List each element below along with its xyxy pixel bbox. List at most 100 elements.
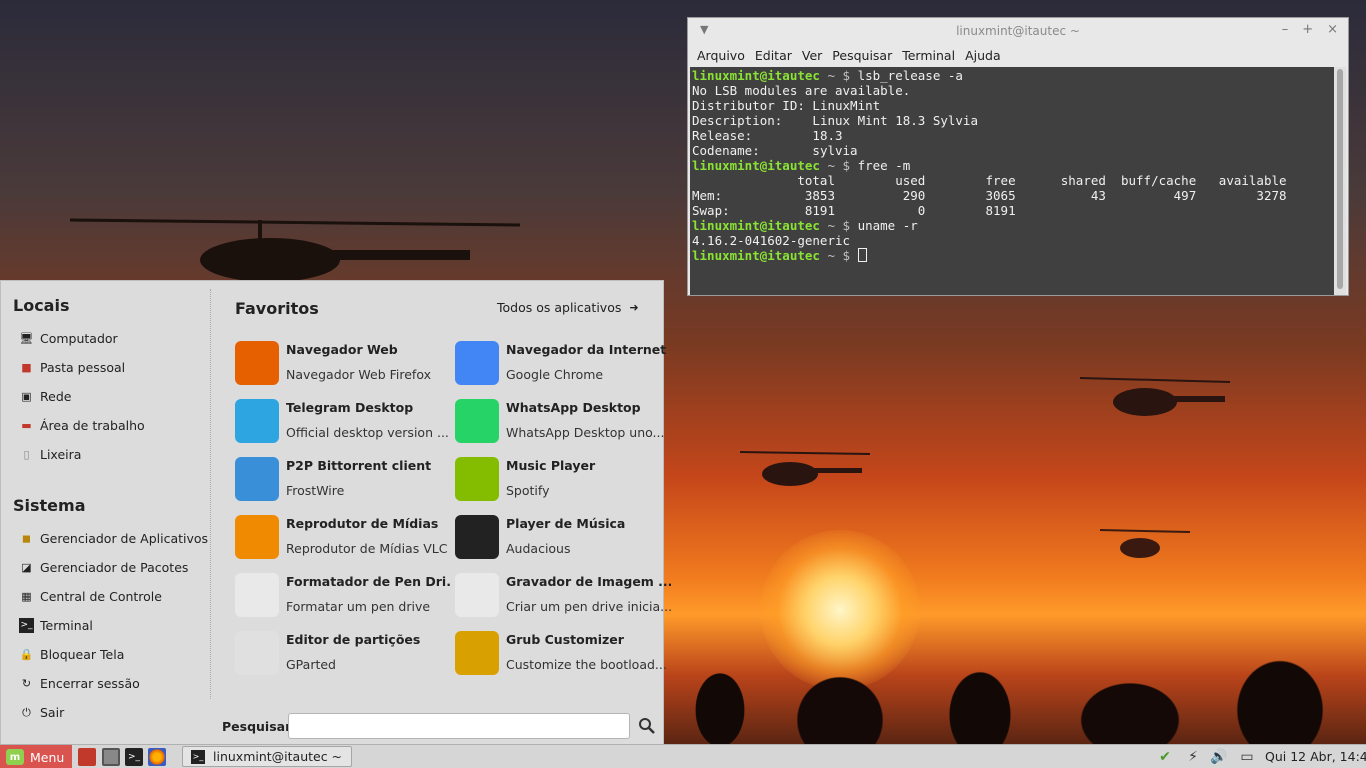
menu-ajuda[interactable]: Ajuda — [960, 48, 1006, 63]
window-menu-icon[interactable]: ▼ — [700, 23, 708, 36]
place-rede[interactable]: ▣ Rede — [19, 386, 71, 406]
start-menu: Locais 🖥 Computador ■ Pasta pessoal ▣ Re… — [0, 280, 672, 744]
menu-left-column: Locais 🖥 Computador ■ Pasta pessoal ▣ Re… — [1, 281, 211, 744]
favorite-app[interactable]: Navegador Web Navegador Web Firefox — [235, 339, 447, 389]
output-text: Codename: sylvia — [692, 143, 858, 158]
menu-button-label: Menu — [30, 749, 65, 765]
output-text: No LSB modules are available. — [692, 83, 911, 98]
home-folder-icon: ■ — [21, 360, 32, 374]
terminal-output[interactable]: linuxmint@itautec ~ $ lsb_release -a No L… — [690, 67, 1334, 295]
system-label: Bloquear Tela — [40, 646, 125, 662]
output-text: total used free shared buff/cache availa… — [692, 173, 1287, 188]
lock-icon: 🔒 — [19, 647, 34, 661]
app-description: Criar um pen drive inicia... — [506, 599, 673, 614]
favorite-app[interactable]: Reprodutor de Mídias Reprodutor de Mídias… — [235, 513, 447, 563]
package-manager-icon: ◪ — [21, 560, 32, 574]
spotify-icon — [455, 457, 499, 501]
app-name: Player de Música — [506, 516, 626, 531]
terminal-window[interactable]: ▼ linuxmint@itautec ~ – + × Arquivo Edit… — [687, 17, 1349, 296]
favorite-app[interactable]: P2P Bittorrent client FrostWire — [235, 455, 447, 505]
app-description: Navegador Web Firefox — [286, 367, 431, 382]
place-label: Rede — [40, 388, 72, 404]
terminal-menubar: Arquivo Editar Ver Pesquisar Terminal Aj… — [688, 44, 1348, 66]
app-description: FrostWire — [286, 483, 345, 498]
all-apps-button[interactable]: Todos os aplicativos ➜ — [497, 300, 639, 315]
favorite-app[interactable]: Music Player Spotify — [455, 455, 667, 505]
search-icon[interactable] — [638, 717, 656, 735]
terminal-line: linuxmint@itautec ~ $ lsb_release -a — [692, 68, 1334, 83]
computer-icon: 🖥 — [19, 331, 34, 345]
trash-icon: ▯ — [23, 447, 30, 461]
menu-ver[interactable]: Ver — [797, 48, 827, 63]
menu-pesquisar[interactable]: Pesquisar — [827, 48, 897, 63]
system-terminal[interactable]: >_ Terminal — [19, 615, 93, 635]
terminal-line: linuxmint@itautec ~ $ free -m — [692, 158, 1334, 173]
place-area-trabalho[interactable]: ▬ Área de trabalho — [19, 415, 145, 435]
app-description: Reprodutor de Mídias VLC — [286, 541, 448, 556]
search-input[interactable] — [288, 713, 630, 739]
mint-logo-icon: m — [6, 749, 24, 765]
menu-terminal[interactable]: Terminal — [897, 48, 960, 63]
network-icon[interactable]: ⚡ — [1183, 748, 1203, 766]
desktop-icon: ▬ — [21, 418, 32, 432]
place-computador[interactable]: 🖥 Computador — [19, 328, 118, 348]
battery-icon[interactable]: ▭ — [1237, 748, 1257, 766]
system-package-manager[interactable]: ◪ Gerenciador de Pacotes — [19, 557, 188, 577]
place-lixeira[interactable]: ▯ Lixeira — [19, 444, 81, 464]
menu-arquivo[interactable]: Arquivo — [692, 48, 750, 63]
app-name: Music Player — [506, 458, 596, 473]
menu-button[interactable]: m Menu — [0, 745, 72, 768]
favoritos-title: Favoritos — [235, 299, 319, 318]
system-logout[interactable]: ↻ Encerrar sessão — [19, 673, 140, 693]
favorite-app[interactable]: Grub Customizer Customize the bootload... — [455, 629, 667, 679]
output-text: Description: Linux Mint 18.3 Sylvia — [692, 113, 978, 128]
app-description: Official desktop version ... — [286, 425, 449, 440]
terminal-line: linuxmint@itautec ~ $ uname -r — [692, 218, 1334, 233]
system-lock-screen[interactable]: 🔒 Bloquear Tela — [19, 644, 125, 664]
app-name: Navegador Web — [286, 342, 398, 357]
app-name: P2P Bittorrent client — [286, 458, 432, 473]
favorite-app[interactable]: Formatador de Pen Dri... Formatar um pen … — [235, 571, 451, 621]
terminal-launcher-icon[interactable]: >_ — [125, 748, 143, 766]
system-control-center[interactable]: ▦ Central de Controle — [19, 586, 162, 606]
favorite-app[interactable]: Telegram Desktop Official desktop version… — [235, 397, 449, 447]
favorite-app[interactable]: Player de Música Audacious — [455, 513, 667, 563]
system-software-manager[interactable]: ◼ Gerenciador de Aplicativos — [19, 528, 208, 548]
app-name: Editor de partições — [286, 632, 421, 647]
logout-icon: ↻ — [21, 676, 32, 690]
system-quit[interactable]: ⏻ Sair — [19, 702, 64, 722]
taskbar-window-terminal[interactable]: >_ linuxmint@itautec ~ — [182, 746, 352, 767]
terminal-scrollbar[interactable] — [1334, 67, 1346, 295]
clock[interactable]: Qui 12 Abr, 14:42 — [1265, 749, 1366, 764]
favorite-app[interactable]: Gravador de Imagem ... Criar um pen drive… — [455, 571, 672, 621]
place-label: Área de trabalho — [40, 417, 145, 433]
firefox-launcher-icon[interactable] — [148, 748, 166, 766]
file-manager-icon[interactable] — [102, 748, 120, 766]
wallpaper-palms — [660, 620, 1366, 745]
app-name: Gravador de Imagem ... — [506, 574, 671, 589]
favorite-app[interactable]: WhatsApp Desktop WhatsApp Desktop uno... — [455, 397, 667, 447]
usb-format-icon — [235, 573, 279, 617]
app-name: WhatsApp Desktop — [506, 400, 641, 415]
menu-editar[interactable]: Editar — [750, 48, 797, 63]
terminal-line: Release: 18.3 — [692, 128, 1334, 143]
minimize-icon[interactable]: – — [1282, 22, 1289, 37]
system-label: Terminal — [40, 617, 93, 633]
terminal-titlebar[interactable]: ▼ linuxmint@itautec ~ – + × — [688, 18, 1348, 44]
app-description: Google Chrome — [506, 367, 604, 382]
show-desktop-icon[interactable] — [78, 748, 96, 766]
prompt-user: linuxmint@itautec — [692, 158, 820, 173]
maximize-icon[interactable]: + — [1302, 22, 1313, 37]
telegram-icon — [235, 399, 279, 443]
taskbar-window-title: linuxmint@itautec ~ — [213, 749, 343, 764]
favorite-app[interactable]: Navegador da Internet Google Chrome — [455, 339, 667, 389]
terminal-title: linuxmint@itautec ~ — [956, 24, 1080, 38]
close-icon[interactable]: × — [1327, 22, 1338, 37]
terminal-line: 4.16.2-041602-generic — [692, 233, 1334, 248]
place-pasta-pessoal[interactable]: ■ Pasta pessoal — [19, 357, 125, 377]
update-shield-icon[interactable]: ✔ — [1155, 748, 1175, 766]
firefox-icon — [235, 341, 279, 385]
volume-icon[interactable]: 🔊 — [1209, 748, 1229, 766]
favorite-app[interactable]: Editor de partições GParted — [235, 629, 447, 679]
app-description: WhatsApp Desktop uno... — [506, 425, 665, 440]
